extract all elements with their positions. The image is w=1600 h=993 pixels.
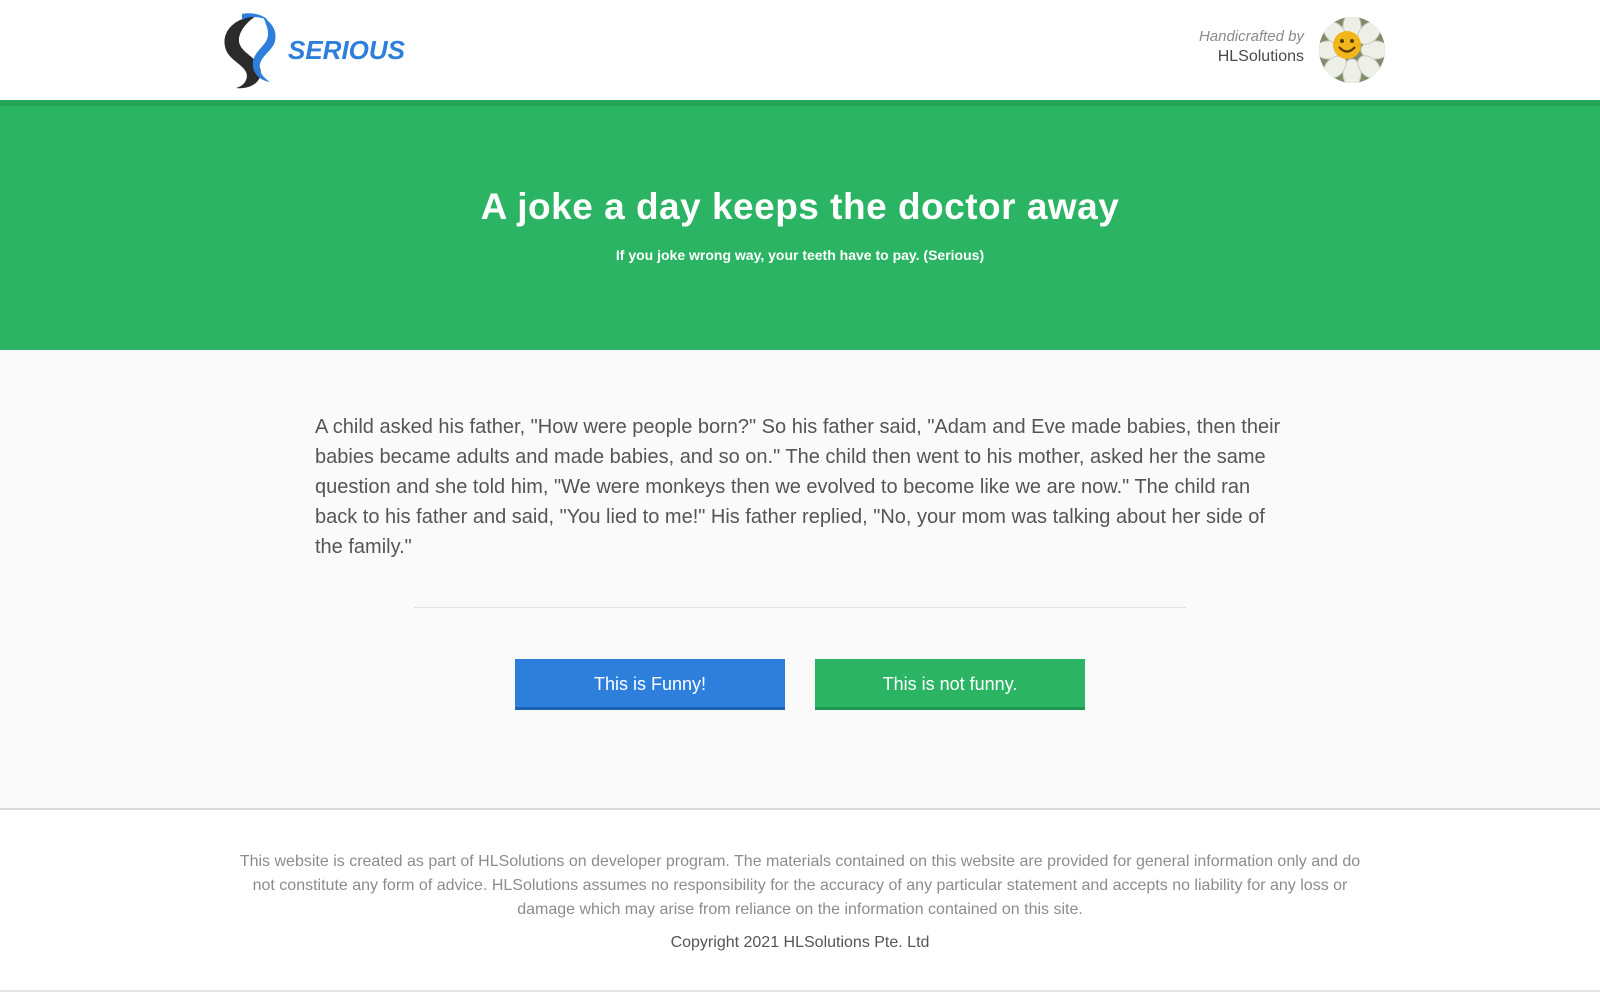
footer-divider [0, 990, 1600, 992]
page-subtitle: If you joke wrong way, your teeth have t… [615, 247, 985, 263]
footer-disclaimer: This website is created as part of HLSol… [239, 853, 1361, 918]
site-logo[interactable]: SERIOUS [212, 12, 452, 90]
funny-button[interactable]: This is Funny! [515, 659, 785, 710]
divider [414, 607, 1186, 608]
site-header: SERIOUS Handicrafted by HLSolutions [0, 0, 1600, 100]
credit-by-label: Handicrafted by [1198, 28, 1304, 45]
svg-text:SERIOUS: SERIOUS [288, 35, 406, 65]
credit-block: Handicrafted by HLSolutions [1199, 27, 1304, 67]
credit-name-link[interactable]: HLSolutions [1199, 47, 1304, 67]
main-content: A child asked his father, "How were peop… [0, 350, 1600, 810]
smiling-flower-icon [1319, 17, 1385, 83]
serious-logo-icon: SERIOUS [224, 13, 406, 89]
page-title: A joke a day keeps the doctor away [480, 186, 1120, 227]
avatar[interactable] [1319, 17, 1385, 83]
hero-banner: A joke a day keeps the doctor away If yo… [0, 100, 1600, 350]
not-funny-button[interactable]: This is not funny. [815, 659, 1085, 710]
footer-copyright: Copyright 2021 HLSolutions Pte. Ltd [670, 934, 930, 951]
joke-text: A child asked his father, "How were peop… [315, 416, 1281, 558]
site-footer: This website is created as part of HLSol… [0, 812, 1600, 993]
